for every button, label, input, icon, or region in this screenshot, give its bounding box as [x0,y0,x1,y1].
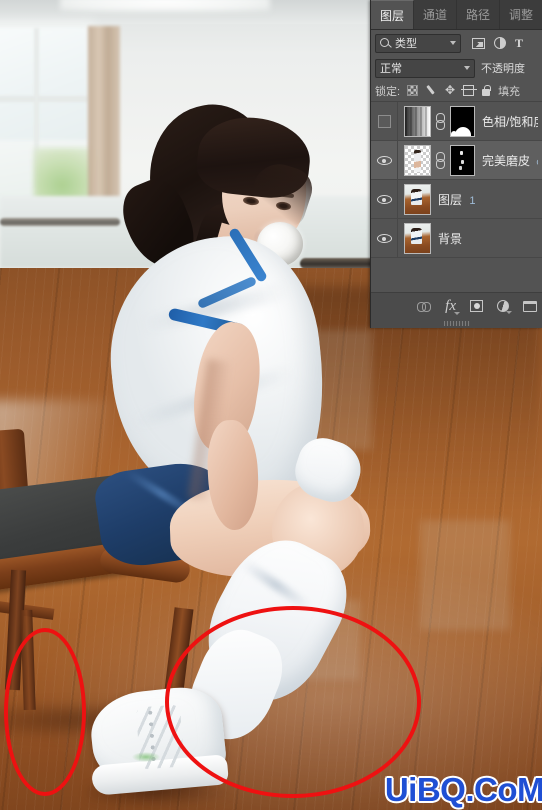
tab-layers-label: 图层 [380,8,405,23]
table-row[interactable]: 图层 1 [371,180,542,219]
tab-adjustments-label: 调整 [509,8,534,22]
layer-name[interactable]: 图层 1 [431,191,538,208]
layer-name-text: 色相/饱和度 [482,114,538,129]
gradient-thumbnail [405,106,430,136]
layer-name[interactable]: 完美磨皮 o... [475,152,538,169]
filter-icon-group: T [472,37,523,49]
chevron-down-icon [464,66,470,70]
artboard-lock-icon[interactable] [461,85,478,96]
layer-name[interactable]: 背景 [431,230,538,247]
screenshot-root: UiBQ.CoM 图层 通道 路径 调整 类型 T 正常 不透明度 锁定: ✥ … [0,0,542,810]
lock-row: 锁定: ✥ 填充 [371,80,542,101]
link-icon [435,113,445,130]
layer-thumbnail[interactable] [404,222,431,254]
add-layer-mask-icon[interactable] [470,300,483,312]
layers-panel[interactable]: 图层 通道 路径 调整 类型 T 正常 不透明度 锁定: ✥ 填充 色相/饱和 … [370,0,542,328]
layer-visibility-toggle[interactable] [371,102,398,140]
type-filter-icon[interactable]: T [515,37,523,49]
fill-label: 填充 [498,85,521,98]
link-icon [435,152,445,169]
layer-mask-link-toggle[interactable] [433,152,446,169]
eye-icon [376,194,392,204]
blend-mode-select[interactable]: 正常 [375,58,475,78]
adjustment-filter-icon[interactable] [494,37,506,49]
layer-filter-row: 类型 T [371,30,542,56]
layer-name-text: 图层 [438,192,463,207]
layer-thumbnail[interactable] [404,105,431,137]
layer-name-text: 背景 [438,231,463,246]
layer-name[interactable]: 色相/饱和度 [475,113,538,130]
layer-list: 色相/饱和度 完美磨皮 o... [371,101,542,258]
blend-mode-row: 正常 不透明度 [371,56,542,80]
mask-shape [451,126,471,136]
new-group-folder-icon[interactable] [523,300,537,312]
sneaker-green-tint [132,752,160,762]
curtain [88,26,120,222]
layer-thumbnail[interactable] [404,144,431,176]
layer-number: 1 [469,194,476,207]
layer-visibility-toggle[interactable] [371,180,398,218]
chevron-down-icon [450,41,456,45]
tab-layers[interactable]: 图层 [371,0,415,29]
image-filter-icon[interactable] [472,37,485,49]
tab-channels[interactable]: 通道 [414,0,458,29]
tab-adjustments[interactable]: 调整 [500,0,542,29]
layer-mask-link-toggle[interactable] [433,113,446,130]
window-mullion-horizontal [0,96,88,102]
link-layers-icon[interactable] [417,302,432,312]
layer-mask-thumbnail[interactable] [450,144,475,176]
ceiling-light [60,0,270,12]
table-row[interactable]: 完美磨皮 o... [371,141,542,180]
tab-channels-label: 通道 [423,8,448,22]
watermark: UiBQ.CoM [384,771,542,808]
filter-type-value: 类型 [395,38,417,50]
new-adjustment-layer-icon[interactable] [497,300,512,314]
move-lock-icon[interactable]: ✥ [444,84,456,97]
table-row[interactable]: 背景 [371,219,542,258]
transparency-lock-icon[interactable] [407,85,419,96]
filter-type-select[interactable]: 类型 [375,33,461,53]
layer-thumbnail[interactable] [404,183,431,215]
photo-thumbnail [405,223,430,253]
lock-row-label: 锁定: [375,85,401,98]
photo-thumbnail [405,184,430,214]
tab-paths-label: 路径 [466,8,491,22]
lock-all-icon[interactable] [481,85,491,96]
layers-panel-toolbar: fx [371,292,542,319]
layer-style-fx-icon[interactable]: fx [445,298,460,315]
tab-paths[interactable]: 路径 [457,0,501,29]
mask-strokes [460,150,463,155]
eye-off-icon [377,114,391,128]
layer-name-text: 完美磨皮 [482,153,531,168]
transparent-thumbnail [405,145,430,175]
table-row[interactable]: 色相/饱和度 [371,102,542,141]
eye-icon [376,233,392,243]
panel-resize-grip[interactable] [443,321,470,326]
floor-patch-3 [420,520,510,630]
ballet-barre-left [0,218,120,226]
blend-mode-value: 正常 [380,63,402,75]
search-icon [380,37,391,49]
brush-lock-icon[interactable] [425,85,437,97]
layer-name-suffix: o... [536,157,538,168]
layer-mask-thumbnail[interactable] [450,105,475,137]
panel-tab-strip: 图层 通道 路径 调整 [371,0,542,30]
layer-visibility-toggle[interactable] [371,219,398,257]
eye-icon [376,155,392,165]
layer-visibility-toggle[interactable] [371,141,398,179]
opacity-label: 不透明度 [481,63,525,75]
